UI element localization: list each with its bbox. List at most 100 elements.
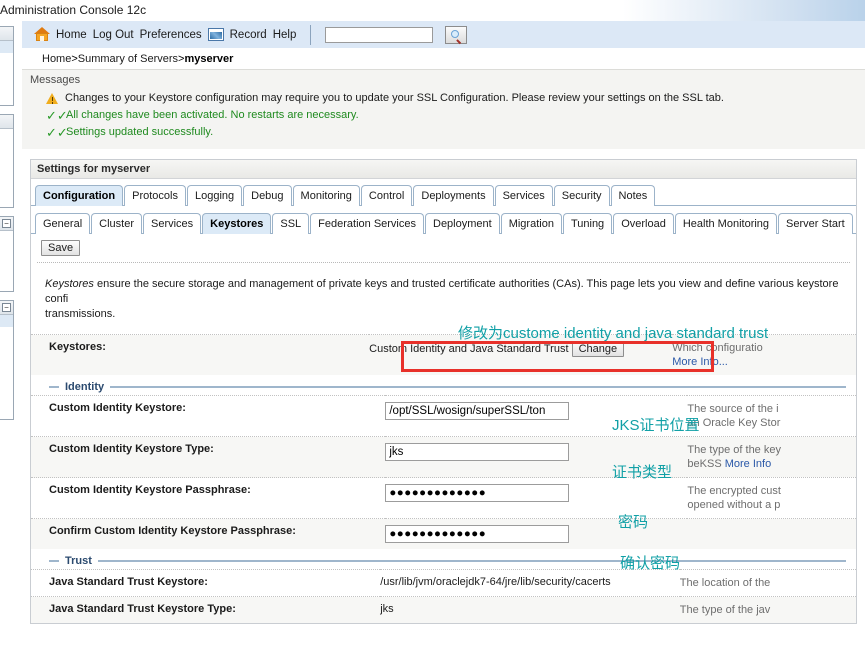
identity-group-dash: [49, 386, 59, 388]
custom-identity-keystore-type-input[interactable]: [385, 443, 570, 461]
sidebar-panel-2[interactable]: [0, 114, 14, 208]
subtab-health-monitoring[interactable]: Health Monitoring: [674, 213, 778, 234]
custom-identity-keystore-help: The source of the i an Oracle Key Stor: [687, 395, 856, 437]
toolbar-record-link[interactable]: Record: [230, 29, 267, 41]
confirm-custom-identity-keystore-passphrase-input[interactable]: [385, 525, 570, 543]
subtab-federation-services[interactable]: Federation Services: [310, 213, 424, 234]
help-line-2: an Oracle Key Stor: [687, 417, 781, 429]
breadcrumb-item-summary-of-servers[interactable]: Summary of Servers: [78, 53, 178, 65]
message-row-activated: ✓✓ All changes have been activated. No r…: [22, 107, 865, 124]
trust-group-line: [97, 560, 846, 562]
custom-identity-keystore-label: Custom Identity Keystore:: [31, 395, 386, 437]
subtab-migration[interactable]: Migration: [500, 213, 562, 234]
sidebar-panel-4[interactable]: −: [0, 300, 14, 420]
magnifier-icon: [451, 29, 460, 38]
keystores-intro-italic: Keystores: [45, 278, 94, 290]
table-row-java-standard-trust-keystore: Java Standard Trust Keystore: /usr/lib/j…: [31, 569, 856, 597]
custom-identity-keystore-input[interactable]: [385, 402, 570, 420]
sidebar-panel-1[interactable]: [0, 26, 14, 106]
tab-configuration[interactable]: Configuration: [35, 185, 124, 206]
subtab-deployment[interactable]: Deployment: [425, 213, 500, 234]
tab-control[interactable]: Control: [360, 185, 413, 206]
help-line-2: opened without a p: [687, 499, 781, 511]
tab-security[interactable]: Security: [553, 185, 610, 206]
table-row-custom-identity-keystore-type: Custom Identity Keystore Type: The type …: [31, 436, 856, 478]
breadcrumb-item-myserver: myserver: [184, 53, 234, 65]
tab-deployments[interactable]: Deployments: [413, 185, 494, 206]
keystores-help: Which configuratio More Info...: [672, 334, 856, 375]
toolbar-logout-link[interactable]: Log Out: [93, 29, 134, 41]
toolbar-divider: [310, 24, 312, 45]
collapse-icon[interactable]: −: [2, 219, 11, 228]
tab-logging[interactable]: Logging: [186, 185, 243, 206]
collapse-icon-2[interactable]: −: [2, 303, 11, 312]
table-row-custom-identity-keystore: Custom Identity Keystore: The source of …: [31, 395, 856, 437]
message-row-warning: Changes to your Keystore configuration m…: [22, 90, 865, 107]
table-row-custom-identity-keystore-passphrase: Custom Identity Keystore Passphrase: The…: [31, 477, 856, 519]
subtab-overload[interactable]: Overload: [613, 213, 674, 234]
custom-identity-keystore-passphrase-help: The encrypted cust opened without a p: [687, 477, 856, 519]
keystores-intro-text: Keystores ensure the secure storage and …: [31, 263, 856, 334]
keystores-intro-body-2: transmissions.: [45, 308, 116, 320]
identity-group-line: [110, 386, 846, 388]
toolbar-home-link[interactable]: Home: [56, 29, 87, 41]
subtab-general[interactable]: General: [35, 213, 91, 234]
confirm-custom-identity-keystore-passphrase-label: Confirm Custom Identity Keystore Passphr…: [31, 518, 386, 549]
keystores-more-info-link[interactable]: More Info...: [672, 356, 728, 368]
custom-identity-keystore-passphrase-input[interactable]: [385, 484, 570, 502]
settings-panel-header: Settings for myserver: [31, 160, 856, 179]
keystores-value-cell: Custom Identity and Java Standard Trust …: [369, 334, 673, 375]
subtab-services[interactable]: Services: [142, 213, 202, 234]
custom-identity-keystore-value-cell: [385, 395, 688, 437]
custom-identity-keystore-type-help: The type of the key beKSS More Info: [687, 436, 856, 478]
home-icon[interactable]: [34, 27, 50, 42]
custom-identity-keystore-passphrase-value-cell: [385, 477, 688, 519]
java-standard-trust-keystore-help: The location of the: [679, 569, 856, 597]
sidebar-panel-3[interactable]: −: [0, 216, 14, 292]
search-button[interactable]: [445, 25, 468, 44]
java-standard-trust-keystore-value: /usr/lib/jvm/oraclejdk7-64/jre/lib/secur…: [380, 569, 680, 597]
help-line-1: The encrypted cust: [687, 485, 781, 497]
message-text-activated: All changes have been activated. No rest…: [66, 109, 359, 121]
subtab-cluster[interactable]: Cluster: [91, 213, 142, 234]
subtab-tuning[interactable]: Tuning: [562, 213, 613, 234]
breadcrumb-item-home[interactable]: Home: [42, 53, 71, 65]
keystores-help-text: Which configuratio: [672, 342, 763, 354]
tab-notes[interactable]: Notes: [610, 185, 656, 206]
sidebar-panel-4-highlight: [0, 315, 13, 327]
trust-group-dash: [49, 560, 59, 562]
record-icon[interactable]: [207, 28, 224, 41]
search-input[interactable]: [325, 26, 434, 43]
java-standard-trust-keystore-type-help: The type of the jav: [679, 596, 856, 623]
keystores-label: Keystores:: [31, 334, 370, 375]
sidebar-panel-2-header: [0, 115, 13, 129]
tab-services[interactable]: Services: [494, 185, 553, 206]
table-row-keystores: Keystores: Custom Identity and Java Stan…: [31, 334, 856, 375]
help-line-1: The type of the key: [687, 444, 781, 456]
change-button[interactable]: Change: [571, 341, 625, 357]
more-info-link[interactable]: More Info: [725, 458, 771, 470]
messages-region: Messages Changes to your Keystore config…: [22, 69, 865, 149]
subtab-ssl[interactable]: SSL: [272, 213, 310, 234]
messages-title: Messages: [30, 74, 81, 86]
identity-group-header: Identity: [31, 375, 856, 395]
screenshot-root: Administration Console 12c − − Home Log …: [0, 0, 865, 649]
tab-debug[interactable]: Debug: [243, 185, 292, 206]
subtab-server-start[interactable]: Server Start: [778, 213, 853, 234]
tab-protocols[interactable]: Protocols: [124, 185, 186, 206]
keystores-current-value: Custom Identity and Java Standard Trust: [369, 343, 569, 355]
trust-group-title: Trust: [65, 555, 92, 567]
trust-group-header: Trust: [31, 549, 856, 569]
console-area: Home Log Out Preferences Record Help Hom…: [22, 21, 865, 649]
console-toolbar: Home Log Out Preferences Record Help: [22, 21, 865, 49]
table-row-java-standard-trust-keystore-type: Java Standard Trust Keystore Type: jks T…: [31, 596, 856, 623]
message-text-updated: Settings updated successfully.: [66, 126, 214, 138]
toolbar-help-link[interactable]: Help: [273, 29, 297, 41]
keystores-intro-body: ensure the secure storage and management…: [45, 278, 839, 305]
help-line-2: beKSS: [687, 458, 722, 470]
tab-monitoring[interactable]: Monitoring: [292, 185, 360, 206]
window-titlebar: Administration Console 12c: [0, 0, 865, 21]
save-button[interactable]: Save: [41, 240, 81, 256]
subtab-keystores[interactable]: Keystores: [202, 213, 272, 234]
toolbar-preferences-link[interactable]: Preferences: [140, 29, 202, 41]
